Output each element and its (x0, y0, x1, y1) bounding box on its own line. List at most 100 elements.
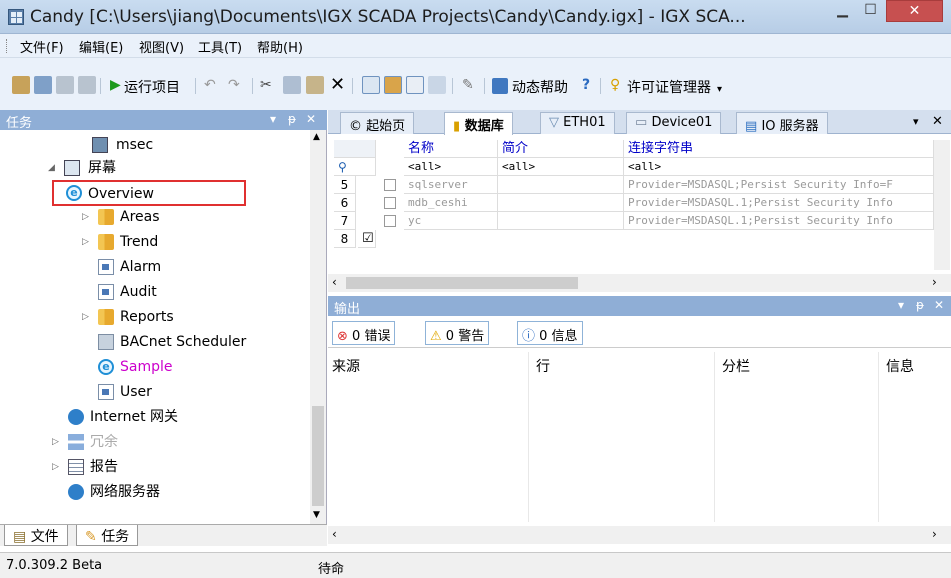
undo-icon[interactable]: ↶ (204, 77, 216, 93)
menu-view[interactable]: 视图(V) (139, 37, 184, 56)
run-icon[interactable]: ▶ (110, 77, 121, 93)
expand-arrow-icon[interactable]: ▷ (52, 431, 62, 453)
tab-dropdown-icon[interactable]: ▾ (913, 115, 919, 128)
menu-tools[interactable]: 工具(T) (198, 37, 242, 56)
pin-icon[interactable]: ✎ (462, 77, 474, 93)
tasks-icon[interactable] (384, 76, 402, 94)
tab-start-page[interactable]: © 起始页 (340, 112, 415, 134)
server-icon: ▤ (745, 119, 758, 134)
title-bar: Candy [C:\Users\jiang\Documents\IGX SCAD… (0, 0, 951, 34)
tab-tasks[interactable]: ✎ 任务 (76, 525, 139, 546)
column-header-name[interactable]: 名称 (404, 140, 498, 158)
filter-desc-input[interactable]: <all> (498, 158, 624, 176)
tab-database[interactable]: ▮ 数据库 (444, 112, 513, 135)
scroll-right-icon[interactable]: › (932, 527, 937, 541)
close-button[interactable]: ✕ (886, 0, 943, 22)
menu-file[interactable]: 文件(F) (20, 37, 64, 56)
output-panel-header: 输出 ▾ ᵽ ✕ (328, 296, 951, 317)
copy-icon[interactable] (283, 76, 301, 94)
filter-conn-input[interactable]: <all> (624, 158, 934, 176)
row-name[interactable]: sqlserver (404, 176, 498, 194)
expand-arrow-icon[interactable]: ▷ (82, 206, 92, 228)
scroll-left-icon[interactable]: ‹ (332, 527, 337, 541)
row-name[interactable]: yc (404, 212, 498, 230)
new-file-icon[interactable] (34, 76, 52, 94)
filter-name-input[interactable]: <all> (404, 158, 498, 176)
version-label: 7.0.309.2 Beta (6, 558, 103, 573)
column-header-line[interactable]: 行 (536, 356, 550, 376)
output-icon[interactable] (406, 76, 424, 94)
cut-icon[interactable]: ✂ (260, 77, 272, 93)
row-checkbox[interactable] (384, 215, 396, 227)
menu-edit[interactable]: 编辑(E) (79, 37, 123, 56)
row-name[interactable]: mdb_ceshi (404, 194, 498, 212)
column-header-desc[interactable]: 简介 (498, 140, 624, 158)
docs-icon[interactable] (428, 76, 446, 94)
minimize-button[interactable]: ▁ (829, 0, 856, 22)
row-conn[interactable]: Provider=MSDASQL.1;Persist Security Info (624, 194, 934, 212)
license-icon[interactable]: ♀ (610, 77, 620, 93)
maximize-button[interactable]: ☐ (857, 0, 884, 22)
expand-arrow-icon[interactable]: ▷ (82, 306, 92, 328)
column-divider (878, 352, 879, 522)
toolbar-overflow-icon[interactable]: ▾ (717, 84, 722, 95)
info-filter-button[interactable]: ⓘ 0 信息 (517, 321, 583, 345)
properties-icon[interactable] (362, 76, 380, 94)
license-manager-button[interactable]: 许可证管理器 (627, 77, 711, 97)
redo-icon[interactable]: ↷ (228, 77, 240, 93)
dynamic-help-icon[interactable] (492, 78, 508, 94)
save-icon[interactable] (56, 76, 74, 94)
run-project-button[interactable]: 运行项目 (124, 77, 180, 97)
panel-dropdown-icon[interactable]: ▾ (898, 298, 904, 312)
row-conn[interactable]: Provider=MSDASQL;Persist Security Info=F (624, 176, 934, 194)
row-desc[interactable] (498, 212, 624, 230)
close-icon[interactable]: ✕ (306, 112, 316, 126)
column-header-conn[interactable]: 连接字符串 (624, 140, 934, 158)
dynamic-help-button[interactable]: 动态帮助 (512, 77, 568, 97)
delete-icon[interactable]: ✕ (330, 74, 345, 95)
tree-item-overview[interactable]: e Overview (52, 180, 246, 206)
save-all-icon[interactable] (78, 76, 96, 94)
menu-help[interactable]: 帮助(H) (257, 37, 303, 56)
close-icon[interactable]: ✕ (932, 114, 943, 129)
tab-device01[interactable]: ▭ Device01 (626, 112, 722, 134)
row-checkbox[interactable] (384, 179, 396, 191)
checkbox-checked[interactable]: ☑ (358, 230, 376, 248)
row-desc[interactable] (498, 176, 624, 194)
tasks-tree: msec ◢ 屏幕 e Overview ▷ Areas ▷ Trend Ala… (48, 137, 247, 500)
output-hscrollbar[interactable]: ‹ › (328, 526, 951, 544)
scroll-down-icon[interactable]: ▼ (313, 510, 320, 520)
expand-arrow-icon[interactable]: ◢ (48, 157, 58, 179)
scroll-right-icon[interactable]: › (932, 275, 937, 289)
column-header-info[interactable]: 信息 (886, 356, 914, 376)
tab-files[interactable]: ▤ 文件 (4, 525, 68, 546)
close-icon[interactable]: ✕ (934, 298, 944, 312)
new-project-icon[interactable] (12, 76, 30, 94)
scrollbar-thumb[interactable] (346, 277, 578, 289)
scrollbar-thumb[interactable] (312, 406, 324, 506)
menubar-grip (6, 39, 9, 53)
scroll-up-icon[interactable]: ▲ (313, 132, 320, 142)
tab-io-server[interactable]: ▤ IO 服务器 (736, 112, 828, 134)
row-conn[interactable]: Provider=MSDASQL.1;Persist Security Info (624, 212, 934, 230)
errors-filter-button[interactable]: ⊗ 0 错误 (332, 321, 396, 345)
panel-dropdown-icon[interactable]: ▾ (270, 112, 276, 126)
row-checkbox[interactable] (384, 197, 396, 209)
screen-icon (92, 137, 108, 153)
pin-icon[interactable]: ᵽ (288, 112, 296, 126)
expand-arrow-icon[interactable]: ▷ (82, 231, 92, 253)
grid-hscrollbar[interactable]: ‹ › (328, 274, 951, 292)
paste-icon[interactable] (306, 76, 324, 94)
status-text: 待命 (318, 562, 345, 577)
pin-icon[interactable]: ᵽ (916, 298, 924, 312)
scroll-left-icon[interactable]: ‹ (332, 275, 337, 289)
expand-arrow-icon[interactable]: ▷ (52, 456, 62, 478)
tab-eth01[interactable]: ▽ ETH01 (540, 112, 615, 134)
column-header-column[interactable]: 分栏 (722, 356, 750, 376)
grid-vscrollbar[interactable] (934, 140, 950, 270)
row-desc[interactable] (498, 194, 624, 212)
help-icon[interactable]: ? (582, 77, 590, 93)
warnings-filter-button[interactable]: ⚠ 0 警告 (425, 321, 490, 345)
tasks-scrollbar[interactable]: ▲ ▼ (310, 130, 326, 524)
column-header-source[interactable]: 来源 (332, 356, 360, 376)
